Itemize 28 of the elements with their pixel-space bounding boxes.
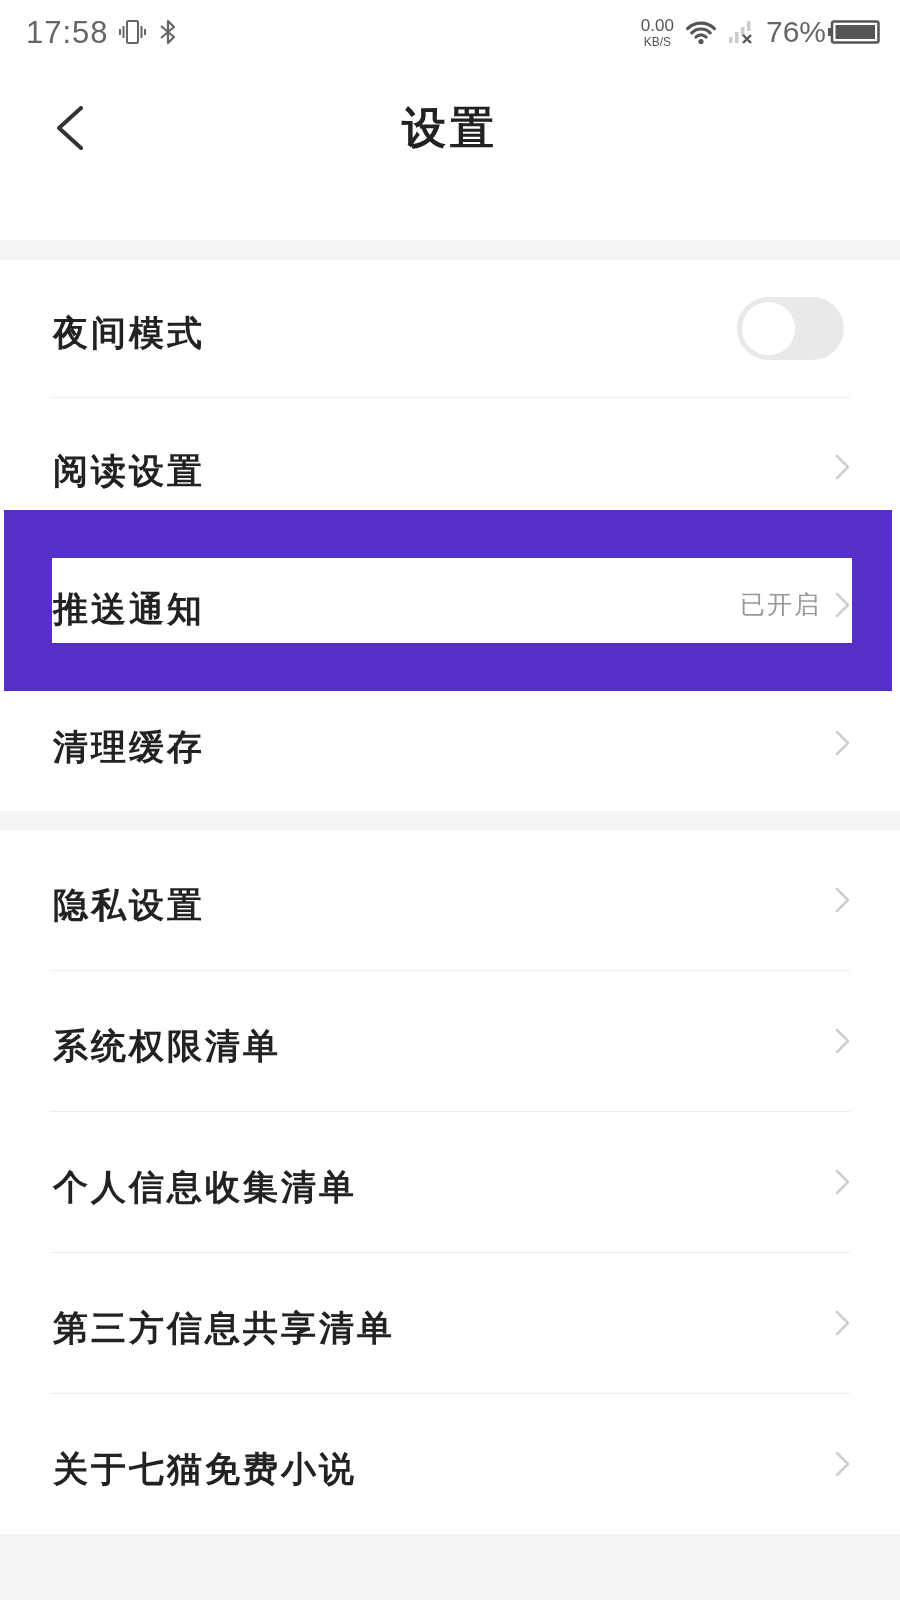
network-speed: 0.00 <box>640 16 674 34</box>
chevron-left-icon <box>56 106 84 150</box>
settings-row[interactable]: 清理缓存 <box>50 674 850 811</box>
status-time: 17:58 <box>26 16 109 48</box>
chevron-right-icon <box>835 1310 850 1336</box>
vibrate-icon <box>118 19 146 45</box>
settings-row[interactable]: 推送通知 已开启 <box>50 536 850 673</box>
status-value: 已开启 <box>740 592 821 617</box>
battery-icon <box>828 20 880 44</box>
speed-unit: KB/S <box>643 35 672 48</box>
settings-row[interactable]: 隐私设置 <box>50 830 850 970</box>
back-button[interactable] <box>56 106 84 150</box>
settings-row[interactable]: 关于七猫免费小说 <box>50 1394 850 1534</box>
settings-row[interactable]: 系统权限清单 <box>50 971 850 1111</box>
settings-row[interactable]: 第三方信息共享清单 <box>50 1253 850 1393</box>
chevron-right-icon <box>835 1028 850 1054</box>
chevron-right-icon <box>835 1451 850 1477</box>
chevron-right-icon <box>835 453 850 480</box>
chevron-right-icon <box>835 887 850 913</box>
chevron-right-icon <box>835 729 850 756</box>
page-title: 设置 <box>402 106 498 150</box>
settings-row[interactable]: 个人信息收集清单 <box>50 1112 850 1252</box>
settings-row[interactable]: 阅读设置 <box>50 398 850 535</box>
wifi-icon <box>683 19 718 45</box>
battery-percentage: 76% <box>765 17 826 47</box>
chevron-right-icon <box>835 591 850 618</box>
setting-label: 夜间模式 <box>51 311 205 350</box>
chevron-right-icon <box>835 1169 850 1195</box>
